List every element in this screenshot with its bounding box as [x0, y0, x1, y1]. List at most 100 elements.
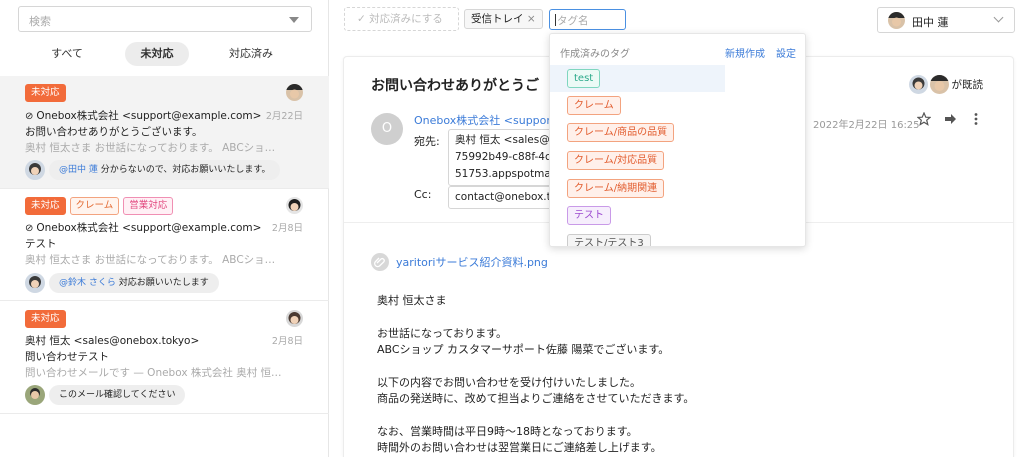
comment: このメール確認してください	[25, 385, 186, 405]
tag-option[interactable]: クレーム	[550, 92, 725, 119]
comment: @鈴木 さくら 対応お願いいたします	[25, 273, 219, 293]
tag-chip-label: 受信トレイ	[471, 13, 524, 25]
tag-option-label: クレーム/納期関連	[567, 179, 665, 198]
mail-subject: お問い合わせありがとうご	[371, 78, 539, 94]
tag-name-placeholder: タグ名	[557, 15, 589, 27]
mark-done-label: 対応済みにする	[369, 13, 443, 25]
message-subject: 問い合わせテスト	[25, 351, 109, 363]
status-badge: 未対応	[25, 84, 66, 102]
avatar	[286, 197, 303, 214]
to-address-line: 51753.appspotmai	[455, 168, 552, 180]
message-from: ⊘ Onebox株式会社 <support@example.com>	[25, 220, 285, 235]
avatar	[929, 75, 949, 94]
comment-bubble: このメール確認してください	[49, 385, 186, 405]
comment-bubble: @田中 蓮 分からないので、対応お願いいたします。	[49, 160, 281, 180]
tag-option[interactable]: テスト/テスト3	[550, 230, 725, 246]
badge-row: 未対応	[25, 84, 66, 102]
user-name: 田中 蓮	[912, 16, 949, 29]
user-select[interactable]: 田中 蓮	[877, 7, 1015, 33]
list-item[interactable]: 未対応 クレーム 営業対応 2月8日 ⊘ Onebox株式会社 <support@…	[0, 189, 329, 301]
tab-all[interactable]: すべて	[32, 42, 102, 66]
attachment-name: yaritoriサービス紹介資料.png	[396, 256, 548, 269]
tag-option[interactable]: テスト	[550, 202, 725, 229]
tag-option[interactable]: クレーム/商品の品質	[550, 119, 725, 146]
message-subject: お問い合わせありがとうございます。	[25, 126, 203, 138]
paperclip-icon: ⊘	[25, 223, 34, 234]
body-line: 商品の発送時に、改めて担当よりご連絡をさせていただきます。	[377, 392, 695, 405]
close-icon[interactable]: ×	[527, 13, 536, 25]
message-preview: 奥村 恒太さま お世話になっております。 ABCショ…	[25, 142, 276, 154]
tag-option-label: クレーム	[567, 96, 621, 115]
tag-option-label: テスト	[567, 206, 611, 225]
mail-body: 奥村 恒太さま お世話になっております。 ABCショップ カスタマーサポート佐藤 …	[377, 293, 694, 457]
mail-date: 2022年2月22日 16:25	[813, 120, 920, 131]
message-from-text: Onebox株式会社 <support@example.com>	[36, 110, 262, 122]
star-icon[interactable]	[917, 112, 931, 126]
message-preview: 問い合わせメールです — Onebox 株式会社 奥村 恒…	[25, 367, 282, 379]
status-badge: 未対応	[25, 197, 66, 215]
tag-settings-link[interactable]: 設定	[776, 45, 796, 60]
to-address-line: 奥村 恒太 <sales@o	[455, 134, 552, 146]
message-preview: 奥村 恒太さま お世話になっております。 ABCショ…	[25, 254, 276, 266]
to-label: 宛先:	[414, 135, 440, 148]
to-address[interactable]: 奥村 恒太 <sales@o 75992b49-c88f-4c 51753.ap…	[448, 129, 552, 186]
read-by-label: が既読	[951, 79, 984, 91]
read-by: が既読	[908, 75, 984, 94]
tag-dropdown: 作成済みのタグ 新規作成 設定 test クレーム クレーム/商品の品質 クレー…	[549, 33, 806, 247]
paperclip-icon: ⊘	[25, 111, 34, 122]
tag-name-input[interactable]: タグ名	[549, 9, 626, 30]
tag-option[interactable]: test	[550, 65, 725, 92]
mail-from[interactable]: Onebox株式会社 <support@	[414, 112, 566, 128]
mail-actions	[917, 112, 983, 126]
body-line: なお、営業時間は平日9時〜18時となっております。	[377, 424, 638, 438]
new-tag-link[interactable]: 新規作成	[725, 45, 765, 60]
comment-bubble: @鈴木 さくら 対応お願いいたします	[49, 273, 219, 293]
badge-row: 未対応 クレーム 営業対応	[25, 197, 174, 215]
chevron-down-icon[interactable]	[289, 17, 299, 23]
forward-icon[interactable]	[943, 112, 957, 126]
avatar	[286, 84, 303, 101]
attachment[interactable]: yaritoriサービス紹介資料.png	[371, 253, 548, 271]
message-from: ⊘ Onebox株式会社 <support@example.com>	[25, 108, 285, 123]
avatar	[25, 160, 45, 180]
chevron-down-icon	[993, 12, 1004, 23]
comment-text: このメール確認してください	[59, 390, 176, 400]
comment-mention: @田中 蓮	[59, 165, 98, 175]
comment-mention: @鈴木 さくら	[59, 278, 116, 288]
message-subject: テスト	[25, 238, 57, 250]
tag-badge: 営業対応	[123, 197, 174, 215]
body-line: ABCショップ カスタマーサポート佐藤 陽菜でございます。	[377, 343, 670, 356]
tag-option-label: テスト/テスト3	[567, 234, 651, 246]
mark-done-button[interactable]: ✓ 対応済みにする	[344, 7, 459, 31]
tag-option[interactable]: クレーム/納期関連	[550, 175, 725, 202]
search-placeholder: 検索	[29, 15, 51, 28]
dropdown-header: 作成済みのタグ	[560, 49, 630, 60]
tag-chip-inbox: 受信トレイ ×	[464, 9, 543, 29]
more-vertical-icon[interactable]	[969, 112, 983, 126]
avatar	[908, 75, 928, 94]
text-cursor	[555, 14, 556, 26]
tag-option[interactable]: クレーム/対応品質	[550, 147, 725, 174]
cc-address[interactable]: contact@onebox.to	[448, 186, 552, 209]
paperclip-icon	[371, 253, 389, 271]
tab-unhandled[interactable]: 未対応	[125, 42, 189, 66]
sender-avatar: O	[371, 113, 403, 145]
status-badge: 未対応	[25, 310, 66, 328]
avatar	[25, 385, 45, 405]
body-paragraph: 奥村 恒太さま	[377, 293, 694, 310]
list-item[interactable]: 未対応 2月22日 ⊘ Onebox株式会社 <support@example.c…	[0, 76, 329, 189]
tab-done[interactable]: 対応済み	[216, 42, 286, 66]
message-list: 未対応 2月22日 ⊘ Onebox株式会社 <support@example.c…	[0, 76, 329, 414]
tag-option-label: クレーム/商品の品質	[567, 123, 675, 142]
body-paragraph: 以下の内容でお問い合わせを受け付けいたしました。 商品の発送時に、改めて担当よりご…	[377, 375, 694, 408]
body-line: お世話になっております。	[377, 326, 508, 340]
check-icon: ✓	[357, 13, 370, 25]
status-filter-tabs: すべて 未対応 対応済み	[18, 42, 312, 66]
message-from: 奥村 恒太 <sales@onebox.tokyo>	[25, 335, 200, 347]
comment: @田中 蓮 分からないので、対応お願いいたします。	[25, 160, 281, 180]
list-item[interactable]: 未対応 2月8日 奥村 恒太 <sales@onebox.tokyo> 問い合わ…	[0, 301, 329, 414]
search-input[interactable]: 検索	[18, 6, 312, 32]
comment-text: 分からないので、対応お願いいたします。	[97, 165, 271, 175]
app-root: 検索 すべて 未対応 対応済み 未対応 2月22日 ⊘ Onebox株式会社 <s…	[0, 0, 1024, 457]
body-paragraph: お世話になっております。 ABCショップ カスタマーサポート佐藤 陽菜でございます…	[377, 326, 694, 359]
